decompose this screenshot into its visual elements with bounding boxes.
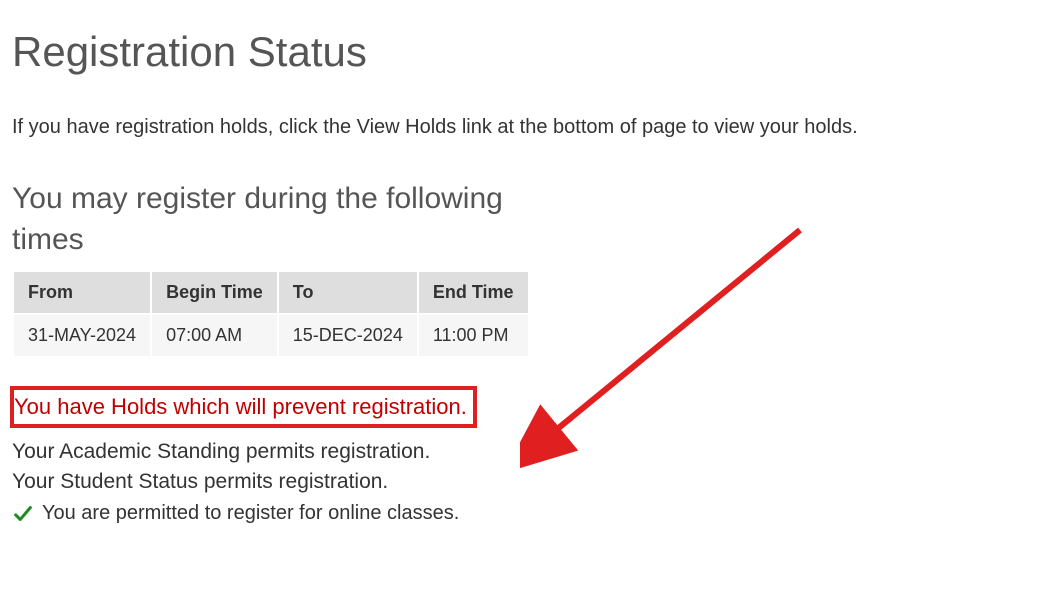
cell-from: 31-MAY-2024 <box>13 314 151 357</box>
online-permit-text: You are permitted to register for online… <box>42 502 459 525</box>
intro-text: If you have registration holds, click th… <box>12 116 1031 139</box>
register-times-heading: You may register during the following ti… <box>12 179 512 260</box>
col-from: From <box>13 271 151 314</box>
registration-times-table: From Begin Time To End Time 31-MAY-2024 … <box>12 270 530 358</box>
table-row: 31-MAY-2024 07:00 AM 15-DEC-2024 11:00 P… <box>13 314 529 357</box>
online-permit-line: You are permitted to register for online… <box>12 502 1031 525</box>
student-status: Your Student Status permits registration… <box>12 470 1031 494</box>
check-icon <box>12 503 34 525</box>
cell-end-time: 11:00 PM <box>418 314 529 357</box>
page-title: Registration Status <box>12 28 1031 76</box>
col-begin-time: Begin Time <box>151 271 278 314</box>
table-header-row: From Begin Time To End Time <box>13 271 529 314</box>
cell-begin-time: 07:00 AM <box>151 314 278 357</box>
cell-to: 15-DEC-2024 <box>278 314 418 357</box>
col-to: To <box>278 271 418 314</box>
holds-alert: You have Holds which will prevent regist… <box>10 386 477 428</box>
academic-standing-status: Your Academic Standing permits registrat… <box>12 440 1031 464</box>
col-end-time: End Time <box>418 271 529 314</box>
